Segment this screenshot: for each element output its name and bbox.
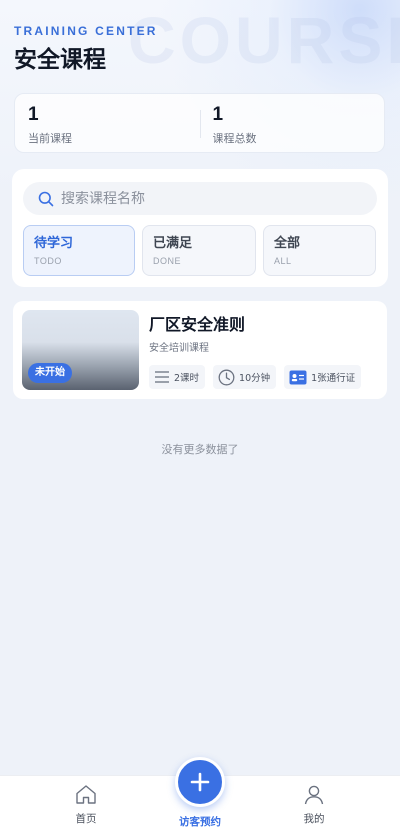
course-thumbnail: 未开始 [22, 310, 139, 390]
meta-lessons-label: 2课时 [174, 373, 200, 384]
add-visitor-button[interactable] [175, 757, 225, 807]
search-box[interactable] [23, 182, 377, 215]
stat-label: 当前课程 [28, 132, 72, 145]
search-icon [38, 191, 54, 206]
meta-duration: 10分钟 [213, 365, 277, 389]
list-end-text: 没有更多数据了 [161, 443, 239, 456]
meta-duration-label: 10分钟 [239, 373, 271, 384]
page-title: 安全课程 [14, 47, 106, 73]
meta-pass-label: 1张通行证 [311, 373, 356, 384]
tab-all[interactable]: 全部 ALL [263, 225, 376, 276]
tab-sublabel: DONE [153, 256, 182, 266]
status-tabs: 待学习 TODO 已满足 DONE 全部 ALL [23, 225, 376, 276]
course-meta: 2课时 10分钟 1张通行证 [149, 365, 362, 389]
tab-label: 待学习 [34, 236, 74, 251]
course-category: 安全培训课程 [149, 343, 209, 354]
user-icon [304, 785, 324, 805]
course-title: 厂区安全准则 [149, 315, 246, 334]
meta-pass: 1张通行证 [284, 365, 362, 389]
tab-label: 全部 [274, 236, 301, 251]
clock-icon [218, 369, 235, 385]
tab-todo[interactable]: 待学习 TODO [23, 225, 135, 276]
plus-icon [190, 772, 210, 792]
list-icon [155, 371, 169, 383]
header-watermark: COURSE [128, 3, 400, 77]
id-card-icon [289, 370, 307, 384]
stat-value: 1 [28, 104, 39, 125]
stat-label: 课程总数 [212, 132, 257, 145]
header-kicker: TRAINING CENTER [14, 24, 158, 38]
tab-label: 已满足 [153, 236, 193, 251]
tab-sublabel: ALL [274, 256, 292, 266]
meta-lessons: 2课时 [149, 365, 206, 389]
stat-value: 1 [212, 104, 224, 125]
course-card[interactable]: 未开始 厂区安全准则 安全培训课程 2课时 10分钟 1张通行证 [13, 301, 387, 399]
search-input[interactable] [61, 190, 361, 207]
nav-visitor-label[interactable]: 访客预约 [0, 814, 400, 829]
home-icon [76, 785, 96, 804]
stat-total-courses: 1 课程总数 [199, 94, 385, 152]
status-badge: 未开始 [28, 363, 72, 383]
filter-card: 待学习 TODO 已满足 DONE 全部 ALL [12, 169, 388, 287]
stat-current-courses: 1 当前课程 [15, 94, 200, 152]
tab-sublabel: TODO [34, 256, 62, 266]
tab-done[interactable]: 已满足 DONE [142, 225, 256, 276]
stats-card: 1 当前课程 1 课程总数 [14, 93, 385, 153]
